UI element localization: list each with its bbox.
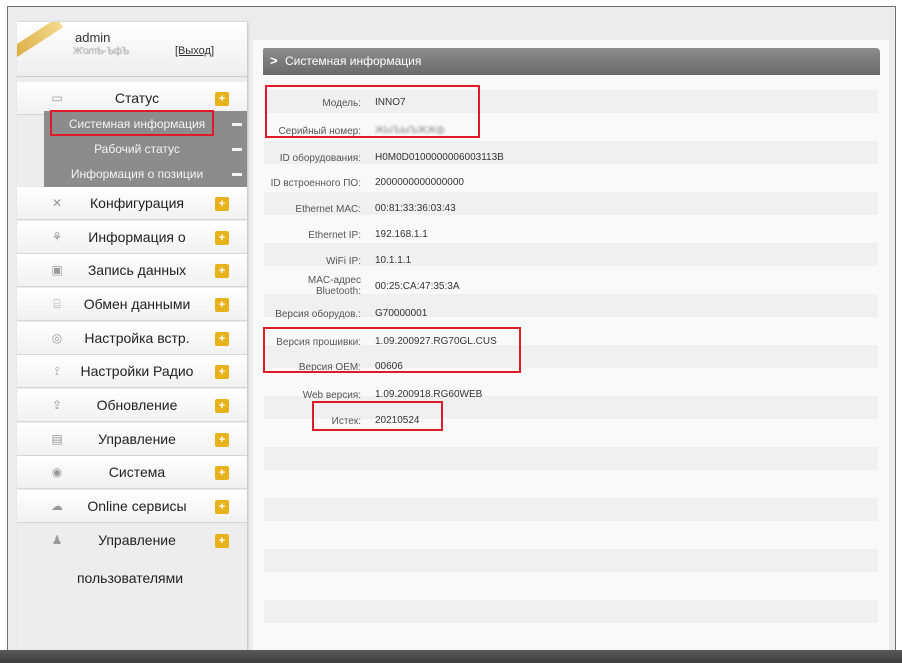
submenu-item-position-info[interactable]: Информация о позиции <box>44 161 247 187</box>
firmware-id-value: 2000000000000000 <box>375 177 464 188</box>
monitor-icon: ▭ <box>51 91 63 105</box>
menu-item-label: Конфигурация <box>90 195 184 211</box>
highlight-box <box>263 327 521 373</box>
highlight-box <box>312 401 443 431</box>
hardware-version-label: Версия оборудов.: <box>275 309 361 320</box>
expand-icon[interactable]: + <box>215 332 229 346</box>
menu-item-online-services[interactable]: ☁ Online сервисы + <box>17 490 247 523</box>
menu-item-label-continuation: пользователями <box>76 570 184 586</box>
cloud-icon: ☁ <box>51 499 63 513</box>
menu-item-label: Обмен данными <box>83 296 191 312</box>
menu-item-label: Информация о <box>88 229 186 245</box>
ethernet-ip-value: 192.168.1.1 <box>375 229 428 240</box>
manage-icon: ▤ <box>51 432 63 446</box>
menu-item-data-exchange[interactable]: ⌸ Обмен данными + <box>17 288 247 321</box>
menu-item-user-management[interactable]: ♟ Управление + <box>17 524 247 557</box>
corner-ribbon <box>17 22 63 61</box>
bluetooth-mac-label: MAC-адрес Bluetooth: <box>307 275 361 297</box>
menu-item-label: Статус <box>114 90 160 106</box>
menu-item-label: Настройки Радио <box>80 363 194 379</box>
submenu-item-work-status[interactable]: Рабочий статус <box>44 136 247 162</box>
bottom-bar <box>0 650 902 663</box>
row-stripe <box>264 549 878 572</box>
dash-icon <box>232 123 242 126</box>
expand-icon[interactable]: + <box>215 298 229 312</box>
expand-icon[interactable]: + <box>215 264 229 278</box>
update-icon: ⇪ <box>51 398 63 412</box>
hardware-id-value: H0M0D0100000006003113B <box>375 152 504 163</box>
menu-item-management[interactable]: ▤ Управление + <box>17 423 247 456</box>
wifi-ip-label: WiFi IP: <box>326 256 361 267</box>
menu-item-configuration[interactable]: ✕ Конфигурация + <box>17 187 247 220</box>
menu-item-label: Управление <box>98 532 176 548</box>
menu-item-label: Запись данных <box>87 262 187 278</box>
highlight-box <box>265 85 480 138</box>
user-card: admin Ж'олтЬ-ЪфЪ [Выход] <box>17 22 247 77</box>
logout-link[interactable]: [Выход] <box>175 45 214 57</box>
menu-item-settings[interactable]: ◎ Настройка встр. + <box>17 322 247 355</box>
user-name: admin <box>75 30 111 45</box>
menu-item-system[interactable]: ◉ Система + <box>17 456 247 489</box>
system-icon: ◉ <box>51 465 63 479</box>
firmware-id-label: ID встроенного ПО: <box>270 178 361 189</box>
wrench-icon: ✕ <box>51 196 63 210</box>
row-stripe <box>264 498 878 521</box>
user-subtext: Ж'олтЬ-ЪфЪ <box>73 46 129 57</box>
submenu-item-label: Рабочий статус <box>94 142 180 156</box>
expand-icon[interactable]: + <box>215 534 229 548</box>
web-version-label: Web версия: <box>302 390 361 401</box>
menu-item-radio[interactable]: ⟟ Настройки Радио + <box>17 355 247 388</box>
settings-icon: ◎ <box>51 331 63 345</box>
menu-item-label: Управление <box>98 431 176 447</box>
ethernet-mac-label: Ethernet MAC: <box>295 204 361 215</box>
expand-icon[interactable]: + <box>215 231 229 245</box>
row-stripe <box>264 447 878 470</box>
panel-title: Системная информация <box>285 54 422 68</box>
expand-icon[interactable]: + <box>215 365 229 379</box>
expand-icon[interactable]: + <box>215 433 229 447</box>
record-icon: ▣ <box>51 263 63 277</box>
bluetooth-mac-value: 00:25:CA:47:35:3A <box>375 281 460 292</box>
info-icon: ⚘ <box>51 230 63 244</box>
ethernet-mac-value: 00:81:33:36:03:43 <box>375 203 456 214</box>
wifi-ip-value: 10.1.1.1 <box>375 255 412 266</box>
menu-item-label: Обновление <box>96 397 178 413</box>
menu-item-data-record[interactable]: ▣ Запись данных + <box>17 254 247 287</box>
ethernet-ip-label: Ethernet IP: <box>308 230 361 241</box>
menu-item-info[interactable]: ⚘ Информация о + <box>17 221 247 254</box>
highlight-box <box>50 110 214 136</box>
expand-icon[interactable]: + <box>215 466 229 480</box>
panel-header: > Системная информация <box>263 48 880 75</box>
users-icon: ♟ <box>51 533 63 547</box>
row-stripe <box>264 600 878 623</box>
menu-item-label: Online сервисы <box>87 498 187 514</box>
menu-item-label: Настройка встр. <box>84 330 190 346</box>
hardware-version-value: G70000001 <box>375 308 428 319</box>
expand-icon[interactable]: + <box>215 500 229 514</box>
exchange-icon: ⌸ <box>53 297 61 311</box>
menu-item-label: Система <box>108 464 166 480</box>
chevron-right-icon: > <box>270 53 278 68</box>
dash-icon <box>232 148 242 151</box>
expand-icon[interactable]: + <box>215 399 229 413</box>
expand-icon[interactable]: + <box>215 92 229 106</box>
radio-icon: ⟟ <box>54 364 60 378</box>
dash-icon <box>232 173 242 176</box>
expand-icon[interactable]: + <box>215 197 229 211</box>
web-version-value: 1.09.200918.RG60WEB <box>375 389 483 400</box>
hardware-id-label: ID оборудования: <box>279 153 361 164</box>
menu-item-update[interactable]: ⇪ Обновление + <box>17 389 247 422</box>
submenu-item-label: Информация о позиции <box>70 167 204 181</box>
